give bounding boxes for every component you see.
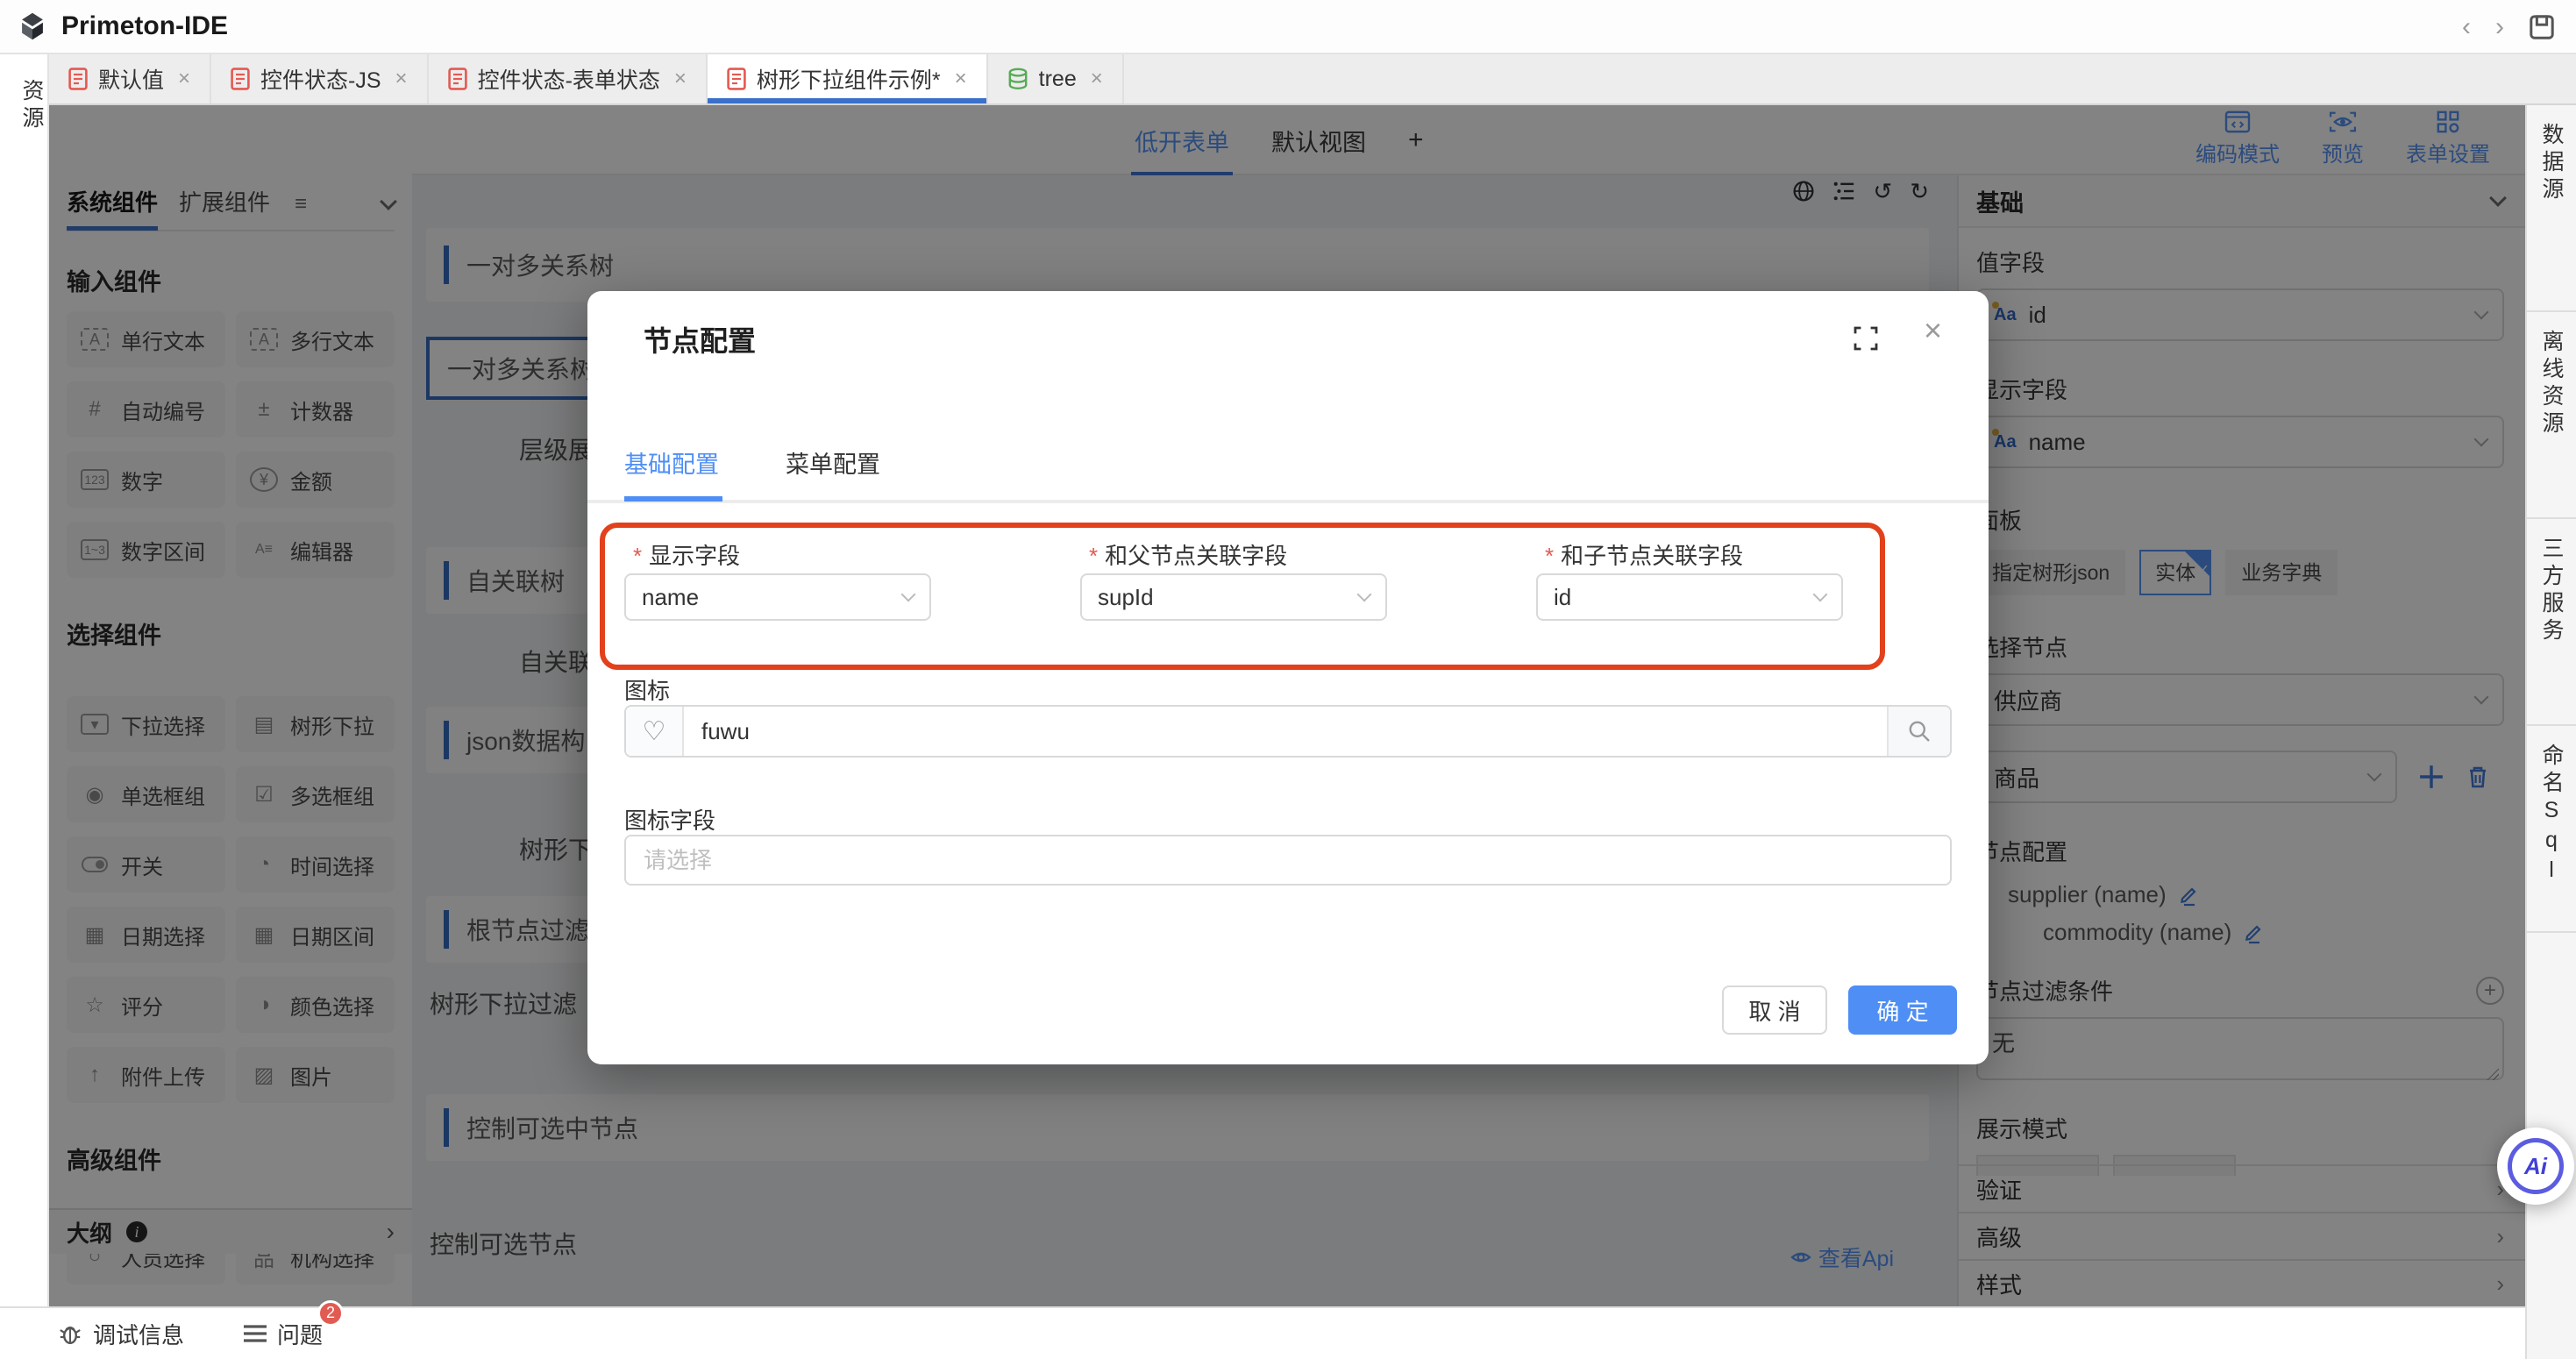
nav-back-icon[interactable]: ‹ — [2462, 14, 2471, 40]
debug-info-label: 调试信息 — [93, 1318, 184, 1350]
rail-tab-datasource[interactable]: 数据源 — [2527, 105, 2576, 312]
database-icon — [1007, 68, 1028, 90]
doc-tab-label: 树形下拉组件示例* — [757, 63, 941, 95]
issues-label: 问题 — [277, 1318, 323, 1350]
rail-tab-third-party[interactable]: 三方服务 — [2527, 519, 2576, 726]
tab-divider — [587, 500, 1989, 503]
highlight-annotation-box — [600, 523, 1885, 670]
doc-tab-label: tree — [1039, 67, 1077, 92]
close-icon[interactable]: × — [1091, 67, 1103, 91]
dialog-tab-basic[interactable]: 基础配置 — [624, 445, 719, 480]
fullscreen-icon[interactable] — [1854, 326, 1878, 351]
status-bar: 调试信息 问题 2 — [0, 1306, 2525, 1359]
primeton-logo-icon — [18, 11, 47, 41]
rail-tab-resources[interactable]: 资源 — [0, 79, 47, 133]
form-doc-icon — [448, 68, 467, 90]
dialog-tab-menu[interactable]: 菜单配置 — [786, 445, 880, 480]
close-icon[interactable]: × — [1924, 312, 1942, 349]
close-icon[interactable]: × — [178, 67, 190, 91]
doc-tab[interactable]: 默认值 × — [49, 54, 211, 103]
issues-count-badge: 2 — [317, 1300, 344, 1327]
ai-assistant-button[interactable]: Ai — [2497, 1128, 2574, 1205]
debug-info-button[interactable]: 调试信息 — [58, 1318, 184, 1350]
document-tab-strip: 默认值 × 控件状态-JS × 控件状态-表单状态 × 树形下拉组件示例* × … — [49, 54, 2576, 105]
list-icon — [244, 1324, 267, 1343]
doc-tab-active[interactable]: 树形下拉组件示例* × — [708, 54, 988, 103]
rail-tab-offline-resources[interactable]: 离线资源 — [2527, 312, 2576, 519]
left-rail: 资源 — [0, 54, 49, 1306]
icon-column-select[interactable] — [624, 835, 1952, 886]
node-config-dialog: 节点配置 × 基础配置 菜单配置 *显示字段 *和父节点关联字段 *和子节点关联… — [587, 291, 1989, 1064]
doc-tab-label: 控件状态-JS — [260, 63, 381, 95]
icon-name-input[interactable] — [684, 707, 1887, 756]
app-title: Primeton-IDE — [61, 11, 228, 41]
close-icon[interactable]: × — [955, 67, 967, 91]
doc-tab[interactable]: tree × — [988, 54, 1124, 103]
rail-tab-named-sql[interactable]: 命名Sql — [2527, 726, 2576, 933]
save-icon[interactable] — [2529, 14, 2555, 40]
active-tab-underline — [624, 496, 722, 502]
issues-button[interactable]: 问题 2 — [244, 1318, 323, 1350]
dialog-title: 节点配置 — [644, 319, 756, 359]
icon-field-label: 图标 — [624, 673, 670, 706]
doc-tab[interactable]: 控件状态-JS × — [211, 54, 429, 103]
icon-search-button[interactable] — [1887, 707, 1950, 756]
search-icon — [1908, 720, 1931, 743]
bug-icon — [58, 1321, 82, 1346]
form-doc-icon — [68, 68, 88, 90]
form-doc-icon — [727, 68, 746, 90]
doc-tab-label: 默认值 — [98, 63, 164, 95]
doc-tab[interactable]: 控件状态-表单状态 × — [429, 54, 708, 103]
title-bar: Primeton-IDE ‹ › — [0, 0, 2576, 54]
rail-tab-label: 数据源 — [2536, 123, 2567, 204]
ai-logo: Ai — [2508, 1138, 2564, 1194]
rail-tab-label: 三方服务 — [2536, 537, 2567, 645]
icon-input-group: ♡ — [624, 705, 1952, 758]
rail-tab-label: 离线资源 — [2536, 330, 2567, 438]
form-doc-icon — [231, 68, 250, 90]
app-window: Primeton-IDE ‹ › 资源 默认值 × 控件状态-JS × 控件状态… — [0, 0, 2576, 1359]
close-icon[interactable]: × — [395, 67, 408, 91]
cancel-button[interactable]: 取 消 — [1722, 985, 1827, 1035]
rail-tab-label: 命名Sql — [2536, 744, 2567, 887]
nav-forward-icon[interactable]: › — [2495, 14, 2504, 40]
doc-tab-label: 控件状态-表单状态 — [478, 63, 660, 95]
confirm-button[interactable]: 确 定 — [1848, 985, 1957, 1035]
close-icon[interactable]: × — [674, 67, 687, 91]
heart-icon[interactable]: ♡ — [626, 707, 684, 756]
icon-column-field-label: 图标字段 — [624, 803, 715, 836]
